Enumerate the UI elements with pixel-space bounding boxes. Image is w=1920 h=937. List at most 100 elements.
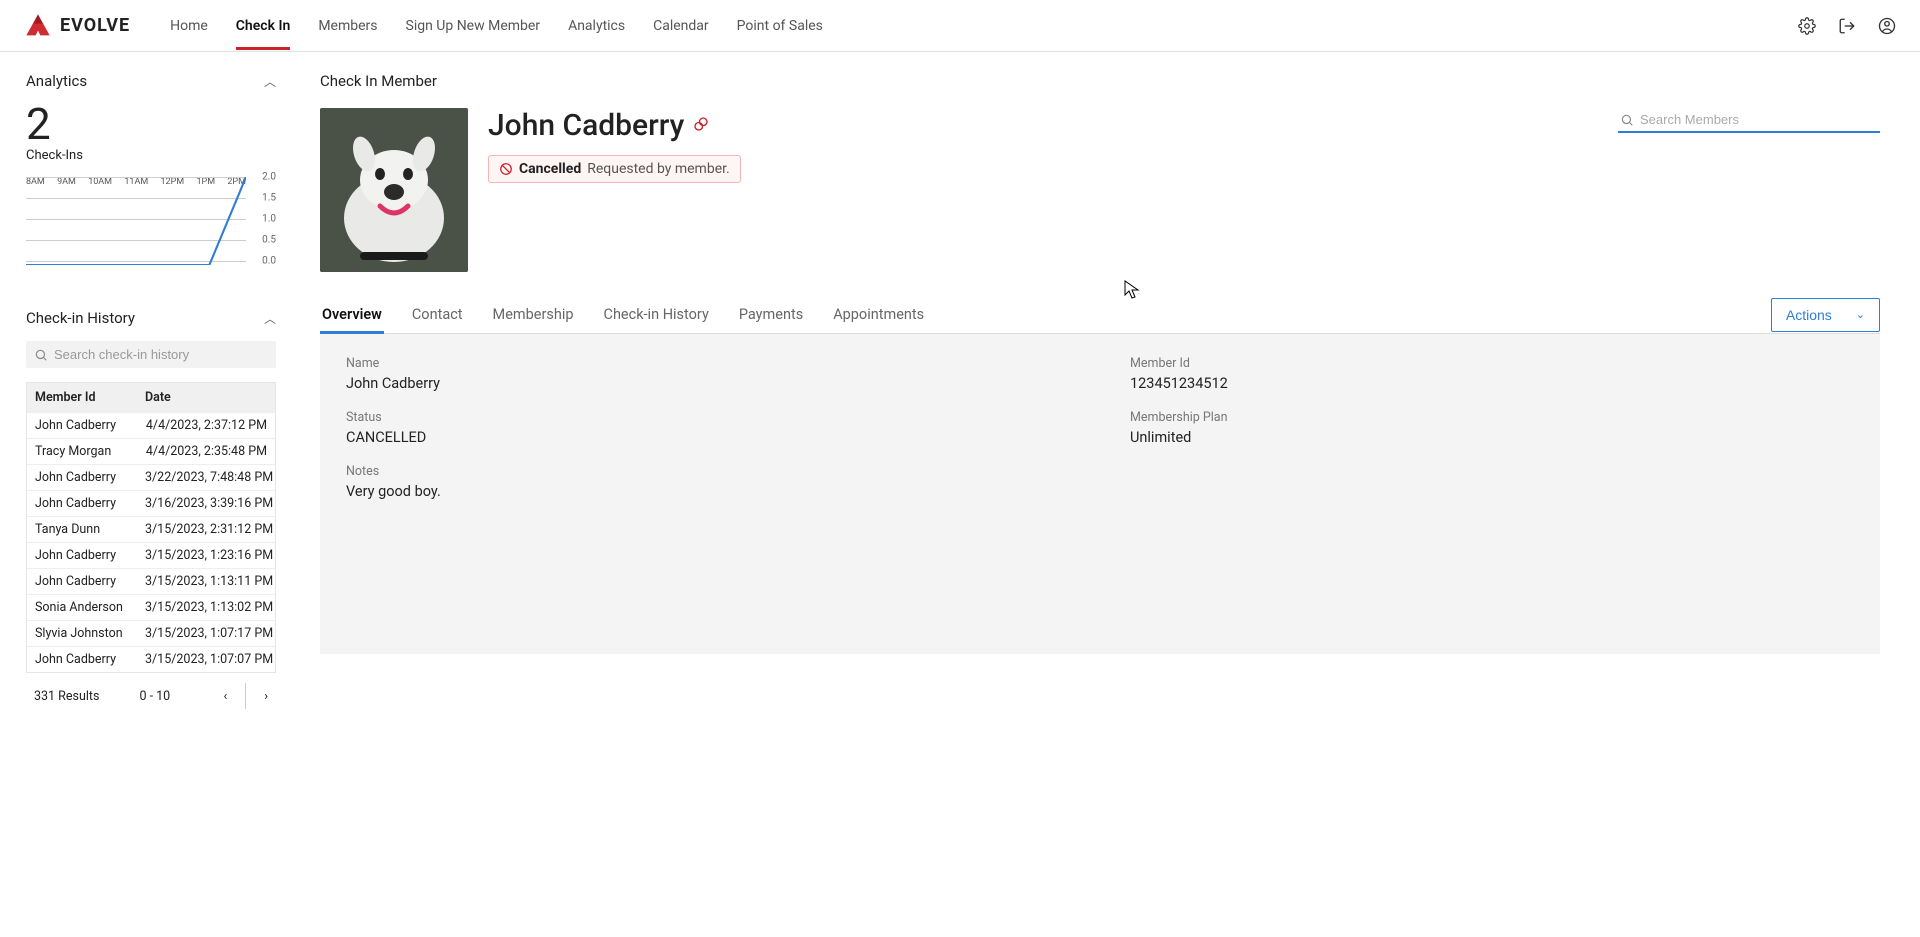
history-table: Member Id Date John Cadberry4/4/2023, 2:… [26,382,276,673]
status-label: Cancelled [519,161,581,177]
link-icon[interactable] [692,115,710,137]
tab-overview[interactable]: Overview [320,296,384,333]
chevron-up-icon: ︿ [264,310,276,327]
table-row[interactable]: John Cadberry3/15/2023, 1:23:16 PM [27,542,275,568]
actions-label: Actions [1786,307,1832,323]
chevron-up-icon: ︿ [264,73,276,90]
cell-member: John Cadberry [27,569,137,594]
cursor-icon [1124,280,1140,300]
nav-item-members[interactable]: Members [318,3,377,49]
table-row[interactable]: John Cadberry3/15/2023, 1:13:11 PM [27,568,275,594]
cell-date: 3/15/2023, 1:07:07 PM [137,647,281,672]
table-row[interactable]: Tanya Dunn3/15/2023, 2:31:12 PM [27,516,275,542]
member-name: John Cadberry [488,108,684,143]
cell-member: John Cadberry [27,465,137,490]
analytics-panel-header[interactable]: Analytics ︿ [26,72,276,90]
nav-item-point-of-sales[interactable]: Point of Sales [737,3,823,49]
cell-date: 3/15/2023, 1:23:16 PM [137,543,281,568]
page-title: Check In Member [320,72,1880,90]
sidebar: Analytics ︿ 2 Check-Ins 0.00.51.01.52.0 … [0,52,300,739]
field-label-plan: Membership Plan [1130,410,1854,425]
cell-member: John Cadberry [27,491,137,516]
table-row[interactable]: John Cadberry3/16/2023, 3:39:16 PM [27,490,275,516]
tabs: Overview Contact Membership Check-in Histor… [320,296,926,333]
field-value-name: John Cadberry [346,375,1070,392]
brand-name: EVOLVE [60,15,130,36]
checkins-count: 2 [26,102,276,146]
pager-range: 0 - 10 [139,689,170,704]
search-icon [34,348,48,362]
cell-member: John Cadberry [27,543,137,568]
cell-member: Tanya Dunn [27,517,137,542]
history-panel-header[interactable]: Check-in History ︿ [26,309,276,327]
profile-header: John Cadberry Cancelled Requested by mem… [320,108,1880,272]
tab-contact[interactable]: Contact [410,296,465,333]
history-search[interactable] [26,341,276,368]
pager-results: 331 Results [34,689,99,704]
cell-member: John Cadberry [27,647,137,672]
history-label: Check-in History [26,309,135,327]
table-row[interactable]: John Cadberry3/15/2023, 1:07:07 PM [27,646,275,672]
main-content: Check In Member John Cadbe [300,52,1920,739]
profile-info: John Cadberry Cancelled Requested by mem… [488,108,741,272]
chart-ytick: 0.5 [262,235,276,246]
analytics-label: Analytics [26,72,87,90]
nav-item-calendar[interactable]: Calendar [653,3,709,49]
search-icon [1620,113,1634,127]
status-chip: Cancelled Requested by member. [488,155,741,183]
nav-item-analytics[interactable]: Analytics [568,3,625,49]
col-member: Member Id [27,383,137,412]
table-row[interactable]: Tracy Morgan4/4/2023, 2:35:48 PM [27,438,275,464]
chart-ytick: 2.0 [262,172,276,183]
tab-appointments[interactable]: Appointments [831,296,926,333]
ban-icon [499,162,513,176]
topbar: EVOLVE Home Check In Members Sign Up New Me… [0,0,1920,52]
cell-member: Tracy Morgan [27,439,137,464]
cell-date: 3/15/2023, 1:13:02 PM [137,595,281,620]
table-row[interactable]: John Cadberry4/4/2023, 2:37:12 PM [27,412,275,438]
checkins-label: Check-Ins [26,148,276,163]
cell-date: 3/22/2023, 7:48:48 PM [137,465,281,490]
tab-membership[interactable]: Membership [491,296,576,333]
topbar-actions [1798,17,1896,35]
cell-date: 3/15/2023, 2:31:12 PM [137,517,281,542]
chart-ytick: 0.0 [262,256,276,267]
chart-ytick: 1.5 [262,193,276,204]
logo-icon [24,12,52,40]
field-value-status: CANCELLED [346,429,1070,446]
chevron-down-icon: ⌄ [1856,308,1865,321]
settings-icon[interactable] [1798,17,1816,35]
overview-panel: Name John Cadberry Status CANCELLED Note… [320,334,1880,654]
field-label-name: Name [346,356,1070,371]
cell-date: 3/16/2023, 3:39:16 PM [137,491,281,516]
user-icon[interactable] [1878,17,1896,35]
cell-date: 3/15/2023, 1:13:11 PM [137,569,281,594]
cell-date: 3/15/2023, 1:07:17 PM [137,621,281,646]
cell-date: 4/4/2023, 2:37:12 PM [137,413,275,438]
tab-payments[interactable]: Payments [737,296,805,333]
pager-next-icon[interactable]: › [264,689,268,704]
nav-item-sign-up-new-member[interactable]: Sign Up New Member [406,3,541,49]
avatar [320,108,468,272]
table-row[interactable]: John Cadberry3/22/2023, 7:48:48 PM [27,464,275,490]
cell-member: Slyvia Johnston [27,621,137,646]
history-header: Member Id Date [27,383,275,412]
field-label-memberid: Member Id [1130,356,1854,371]
search-members[interactable] [1618,108,1880,133]
logo[interactable]: EVOLVE [24,12,130,40]
logout-icon[interactable] [1838,17,1856,35]
pager-prev-icon[interactable]: ‹ [223,689,227,704]
search-members-input[interactable] [1640,112,1878,127]
history-search-input[interactable] [54,347,268,362]
actions-button[interactable]: Actions ⌄ [1771,298,1880,332]
table-row[interactable]: Slyvia Johnston3/15/2023, 1:07:17 PM [27,620,275,646]
field-value-plan: Unlimited [1130,429,1854,446]
tab-check-in-history[interactable]: Check-in History [602,296,711,333]
field-value-memberid: 123451234512 [1130,375,1854,392]
nav-item-home[interactable]: Home [170,3,208,49]
col-date: Date [137,383,275,412]
cell-date: 4/4/2023, 2:35:48 PM [137,439,275,464]
chart-ytick: 1.0 [262,214,276,225]
table-row[interactable]: Sonia Anderson3/15/2023, 1:13:02 PM [27,594,275,620]
nav-item-check-in[interactable]: Check In [236,3,291,49]
